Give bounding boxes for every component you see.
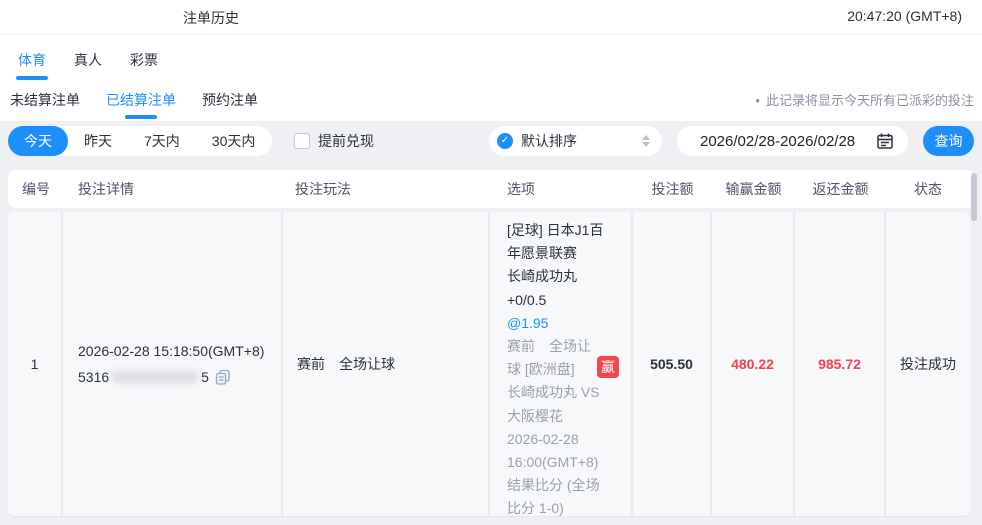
tab-sports[interactable]: 体育 [16, 36, 48, 82]
col-header-option: 选项 [507, 181, 535, 197]
option-line: 比分 1-0) [507, 500, 564, 517]
option-line: +0/0.5 [507, 291, 547, 308]
cell-status: 投注成功 [886, 212, 970, 516]
note-bullet: • [755, 93, 760, 108]
current-time: 20:47:20 (GMT+8) [847, 8, 962, 24]
vertical-scrollbar-thumb[interactable] [971, 173, 977, 221]
calendar-icon[interactable] [876, 132, 894, 150]
option-line: 长崎成功丸 VS [507, 384, 600, 401]
range-yesterday-button[interactable]: 昨天 [68, 126, 128, 156]
cell-bet-type: 赛前 全场让球 [283, 212, 490, 516]
table-header-row: 编号 投注详情 投注玩法 选项 投注额 输赢金额 返还金额 状态 [8, 170, 974, 208]
tab-live-casino[interactable]: 真人 [72, 36, 104, 82]
bet-type-text: 赛前 全场让球 [297, 356, 395, 372]
checkbox-unchecked[interactable] [294, 133, 310, 149]
status-value: 投注成功 [900, 356, 956, 372]
bet-id-line: 5316 5 [78, 364, 264, 390]
table-row: 1 2026-02-28 15:18:50(GMT+8) 5316 5 赛前 全… [8, 212, 970, 517]
tab-lottery-label: 彩票 [130, 52, 158, 68]
option-line: 长崎成功丸 [507, 268, 577, 285]
cell-bet-detail: 2026-02-28 15:18:50(GMT+8) 5316 5 [63, 212, 283, 516]
copy-icon[interactable] [215, 369, 231, 385]
option-line: 年愿景联赛 [507, 245, 577, 262]
page-title: 注单历史 [183, 10, 239, 26]
cell-win-loss: 480.22 [712, 212, 795, 516]
win-badge: 赢 [597, 356, 619, 379]
date-range-pill-group: 今天 昨天 7天内 30天内 [8, 126, 272, 156]
col-header-payout: 返还金额 [812, 181, 869, 197]
active-subtab-underline [125, 115, 157, 119]
row-number: 1 [30, 356, 39, 372]
subtab-unsettled[interactable]: 未结算注单 [8, 82, 82, 121]
range-30days-button[interactable]: 30天内 [196, 126, 272, 156]
topbar: 注单历史 20:47:20 (GMT+8) [0, 0, 982, 35]
bet-id-blurred [111, 370, 200, 384]
subtab-settled[interactable]: 已结算注单 [104, 82, 178, 121]
sort-arrows-icon [642, 135, 650, 147]
option-line: 结果比分 (全场 [507, 477, 600, 494]
col-header-bet-amount: 投注额 [651, 181, 694, 197]
subtab-unsettled-label: 未结算注单 [10, 92, 80, 108]
cell-option: [足球] 日本J1百 年愿景联赛 长崎成功丸 +0/0.5 @1.95 赛前 全… [490, 212, 633, 516]
date-range-value: 2026/02/28-2026/02/28 [700, 132, 856, 150]
subtab-settled-label: 已结算注单 [106, 92, 176, 108]
note-text: 此记录将显示今天所有已派彩的投注 [765, 93, 974, 108]
bet-amount-value: 505.50 [650, 356, 693, 372]
option-odds: @1.95 [507, 314, 549, 331]
bet-status-subtabs: 未结算注单 已结算注单 预约注单 [8, 82, 260, 121]
category-tabs: 体育 真人 彩票 [16, 36, 160, 82]
range-7days-button[interactable]: 7天内 [128, 126, 196, 156]
subtab-reserved-label: 预约注单 [202, 92, 258, 108]
col-header-status: 状态 [914, 181, 942, 197]
win-loss-value: 480.22 [731, 356, 774, 372]
tab-sports-label: 体育 [18, 52, 46, 68]
option-line: 球 [欧洲盘] 赢 [507, 356, 619, 381]
query-button[interactable]: 查询 [923, 126, 974, 156]
option-line: 赛前 全场让 [507, 337, 591, 354]
payout-value: 985.72 [818, 356, 861, 372]
sort-selected-value: 默认排序 [521, 133, 577, 149]
col-header-bet-detail: 投注详情 [78, 181, 134, 197]
check-circle-icon: ✓ [497, 133, 513, 149]
cell-payout: 985.72 [795, 212, 886, 516]
col-header-win-loss: 输赢金额 [725, 181, 782, 197]
range-today-button[interactable]: 今天 [8, 126, 68, 156]
bet-id-prefix: 5316 [78, 369, 110, 385]
early-cashout-label[interactable]: 提前兑现 [318, 131, 374, 151]
col-header-bet-type: 投注玩法 [295, 181, 351, 197]
sort-order-select[interactable]: ✓ 默认排序 [489, 126, 662, 156]
bet-timestamp: 2026-02-28 15:18:50(GMT+8) [78, 343, 265, 359]
option-line: 16:00(GMT+8) [507, 453, 599, 470]
option-line: [足球] 日本J1百 [507, 222, 604, 238]
cell-bet-amount: 505.50 [633, 212, 712, 516]
tab-lottery[interactable]: 彩票 [128, 36, 160, 82]
settled-note: • 此记录将显示今天所有已派彩的投注 [755, 90, 974, 109]
option-line: 大阪樱花 [507, 407, 563, 424]
date-range-input[interactable]: 2026/02/28-2026/02/28 [677, 126, 908, 156]
tab-live-casino-label: 真人 [74, 52, 102, 68]
cell-number: 1 [8, 212, 63, 516]
col-header-number: 编号 [22, 181, 50, 197]
early-cashout-checkbox-group[interactable]: 提前兑现 [294, 126, 374, 156]
subtab-reserved[interactable]: 预约注单 [200, 82, 260, 121]
active-tab-underline [16, 76, 48, 80]
option-line: 2026-02-28 [507, 430, 579, 447]
bet-id-suffix: 5 [201, 369, 209, 385]
top-white-panel: 注单历史 20:47:20 (GMT+8) 体育 真人 彩票 未结算注单 已结算… [0, 0, 982, 121]
